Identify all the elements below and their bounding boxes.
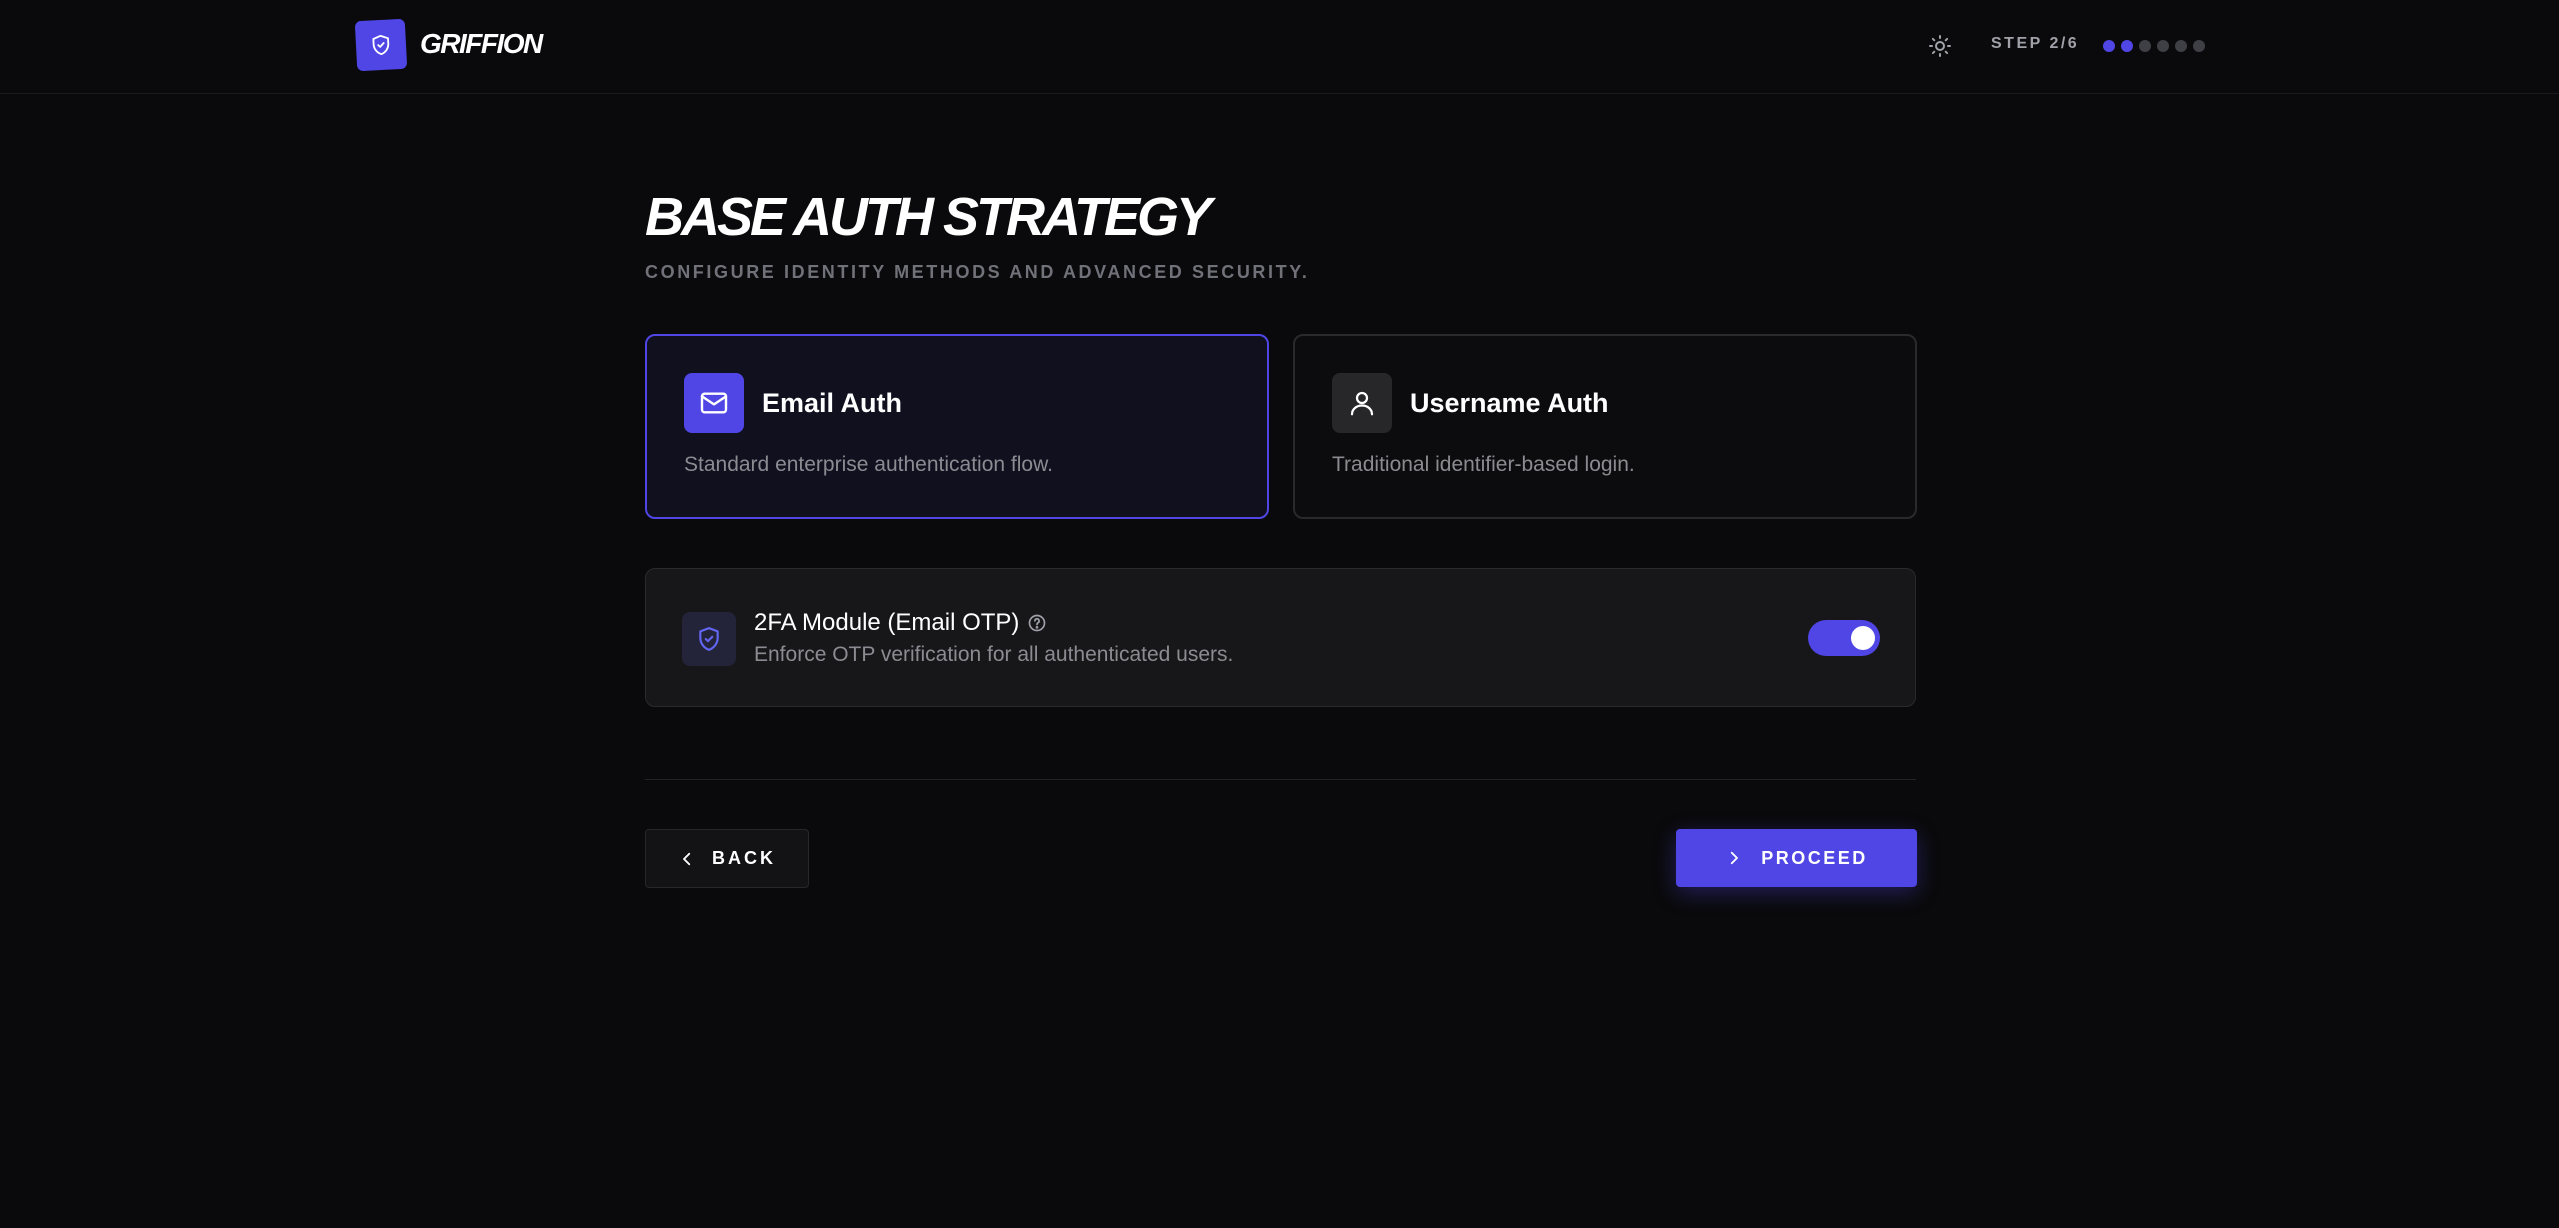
email-auth-card[interactable]: Email Auth Standard enterprise authentic… xyxy=(645,334,1269,519)
step-dot xyxy=(2193,40,2205,52)
username-auth-description: Traditional identifier-based login. xyxy=(1332,453,1635,476)
mail-icon xyxy=(700,392,728,414)
module-description: Enforce OTP verification for all authent… xyxy=(754,643,1234,666)
email-auth-description: Standard enterprise authentication flow. xyxy=(684,453,1053,476)
logo-mark xyxy=(354,18,408,72)
back-button-label: BACK xyxy=(712,848,776,868)
step-indicator-label: STEP 2/6 xyxy=(1991,35,2080,52)
module-title: 2FA Module (Email OTP) xyxy=(754,609,1020,636)
username-auth-icon-box xyxy=(1332,373,1392,433)
section-divider xyxy=(645,779,1916,780)
email-auth-icon-box xyxy=(684,373,744,433)
email-auth-title: Email Auth xyxy=(762,388,903,418)
two-factor-toggle[interactable] xyxy=(1808,620,1880,656)
proceed-button-label: PROCEED xyxy=(1761,847,1868,868)
top-bar: GRIFFION STEP 2/6 xyxy=(0,0,2559,94)
toggle-knob xyxy=(1851,626,1875,650)
user-icon xyxy=(1350,391,1374,416)
step-progress-dots xyxy=(2103,40,2205,52)
shield-check-icon xyxy=(372,34,390,56)
page-subtitle: CONFIGURE IDENTITY METHODS AND ADVANCED … xyxy=(645,262,1310,282)
two-factor-module: 2FA Module (Email OTP) Enforce OTP verif… xyxy=(645,568,1916,707)
step-dot xyxy=(2175,40,2187,52)
step-dot xyxy=(2157,40,2169,52)
username-auth-card[interactable]: Username Auth Traditional identifier-bas… xyxy=(1293,334,1917,519)
proceed-button[interactable]: PROCEED xyxy=(1676,829,1917,887)
sun-icon xyxy=(1929,35,1951,57)
theme-toggle-button[interactable] xyxy=(1926,32,1954,60)
page-title: BASE AUTH STRATEGY xyxy=(645,187,1212,247)
back-button[interactable]: BACK xyxy=(645,829,809,888)
step-dot xyxy=(2139,40,2151,52)
chevron-right-icon xyxy=(1731,851,1739,865)
step-dot xyxy=(2121,40,2133,52)
module-icon-box xyxy=(682,612,736,666)
module-title-row: 2FA Module (Email OTP) xyxy=(754,609,1047,637)
step-dot xyxy=(2103,40,2115,52)
shield-check-icon xyxy=(699,627,719,651)
brand-name: GRIFFION xyxy=(420,28,543,59)
chevron-left-icon xyxy=(683,852,691,865)
help-circle-icon[interactable] xyxy=(1027,613,1047,633)
username-auth-title: Username Auth xyxy=(1410,388,1609,418)
